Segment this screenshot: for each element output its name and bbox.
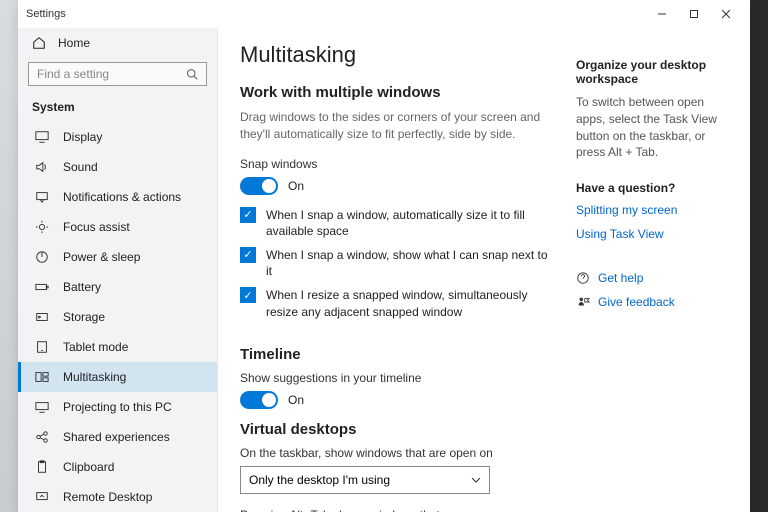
sidebar-category: System [18,96,217,122]
home-icon [32,36,46,50]
notifications-icon [35,190,49,204]
section-title: Work with multiple windows [240,84,550,101]
page-title: Multitasking [240,42,550,68]
tablet-icon [35,340,49,354]
select-value: Only the desktop I'm using [249,473,390,487]
sidebar-item-label: Power & sleep [63,250,203,264]
side-heading: Have a question? [576,181,736,195]
toggle-state: On [288,179,304,193]
vd-q2: Pressing Alt+Tab shows windows that are … [240,508,550,512]
search-input[interactable]: Find a setting [28,62,207,86]
sidebar-item-label: Clipboard [63,460,203,474]
side-heading: Organize your desktop workspace [576,58,736,86]
clipboard-icon [35,460,49,474]
sidebar-item-label: Remote Desktop [63,490,203,504]
feedback-icon [576,295,590,309]
sidebar-item-tablet[interactable]: Tablet mode [18,332,217,362]
toggle-switch-icon [240,391,278,409]
link-label: Using Task View [576,227,664,241]
maximize-button[interactable] [678,0,710,28]
sidebar-item-label: Tablet mode [63,340,203,354]
sidebar-item-label: Storage [63,310,203,324]
snap-toggle[interactable]: On [240,177,550,195]
snap-check-3[interactable]: ✓ When I resize a snapped window, simulta… [240,287,550,319]
sidebar-item-clipboard[interactable]: Clipboard [18,452,217,482]
sidebar-item-remote[interactable]: Remote Desktop [18,482,217,512]
toggle-state: On [288,393,304,407]
sidebar-item-shared[interactable]: Shared experiences [18,422,217,452]
vd-select-1[interactable]: Only the desktop I'm using [240,466,490,494]
snap-check-1[interactable]: ✓ When I snap a window, automatically siz… [240,207,550,239]
display-icon [35,130,49,144]
timeline-label: Show suggestions in your timeline [240,371,550,385]
sidebar-item-sound[interactable]: Sound [18,152,217,182]
sidebar-item-multitasking[interactable]: Multitasking [18,362,217,392]
settings-window: Settings Home Find a setting System Disp… [18,0,750,512]
titlebar: Settings [18,0,750,28]
checkbox-icon: ✓ [240,207,256,223]
storage-icon [35,310,49,324]
remote-icon [35,490,49,504]
toggle-switch-icon [240,177,278,195]
check-label: When I resize a snapped window, simultan… [266,287,550,319]
sidebar-item-label: Focus assist [63,220,203,234]
home-label: Home [58,36,90,50]
section-desc: Drag windows to the sides or corners of … [240,109,550,143]
battery-icon [35,280,49,294]
link-label: Get help [598,271,643,285]
link-get-help[interactable]: Get help [576,271,736,285]
link-splitting-screen[interactable]: Splitting my screen [576,203,736,217]
check-label: When I snap a window, automatically size… [266,207,550,239]
minimize-button[interactable] [646,0,678,28]
sidebar-item-label: Multitasking [63,370,203,384]
link-feedback[interactable]: Give feedback [576,295,736,309]
close-button[interactable] [710,0,742,28]
sound-icon [35,160,49,174]
checkbox-icon: ✓ [240,247,256,263]
sidebar-item-label: Display [63,130,203,144]
snap-check-2[interactable]: ✓ When I snap a window, show what I can s… [240,247,550,279]
power-icon [35,250,49,264]
sidebar-home[interactable]: Home [18,28,217,58]
sidebar-item-display[interactable]: Display [18,122,217,152]
link-label: Give feedback [598,295,675,309]
sidebar-item-label: Shared experiences [63,430,203,444]
section-title: Virtual desktops [240,421,550,438]
shared-icon [35,430,49,444]
link-label: Splitting my screen [576,203,677,217]
check-label: When I snap a window, show what I can sn… [266,247,550,279]
help-icon [576,271,590,285]
sidebar-item-focus-assist[interactable]: Focus assist [18,212,217,242]
sidebar-item-label: Sound [63,160,203,174]
search-icon [186,68,198,80]
side-panel: Organize your desktop workspace To switc… [570,28,750,512]
sidebar-item-battery[interactable]: Battery [18,272,217,302]
sidebar-item-power[interactable]: Power & sleep [18,242,217,272]
sidebar: Home Find a setting System Display Sound… [18,28,218,512]
snap-label: Snap windows [240,157,550,171]
sidebar-item-notifications[interactable]: Notifications & actions [18,182,217,212]
focus-assist-icon [35,220,49,234]
sidebar-item-projecting[interactable]: Projecting to this PC [18,392,217,422]
checkbox-icon: ✓ [240,287,256,303]
section-title: Timeline [240,346,550,363]
content: Multitasking Work with multiple windows … [218,28,570,512]
sidebar-item-label: Notifications & actions [63,190,203,204]
link-task-view[interactable]: Using Task View [576,227,736,241]
vd-q1: On the taskbar, show windows that are op… [240,446,550,460]
sidebar-item-label: Projecting to this PC [63,400,203,414]
timeline-toggle[interactable]: On [240,391,550,409]
side-desc: To switch between open apps, select the … [576,94,736,161]
projecting-icon [35,400,49,414]
sidebar-item-label: Battery [63,280,203,294]
sidebar-item-storage[interactable]: Storage [18,302,217,332]
multitasking-icon [35,370,49,384]
chevron-down-icon [471,475,481,485]
search-placeholder: Find a setting [37,67,186,81]
window-title: Settings [26,8,646,20]
